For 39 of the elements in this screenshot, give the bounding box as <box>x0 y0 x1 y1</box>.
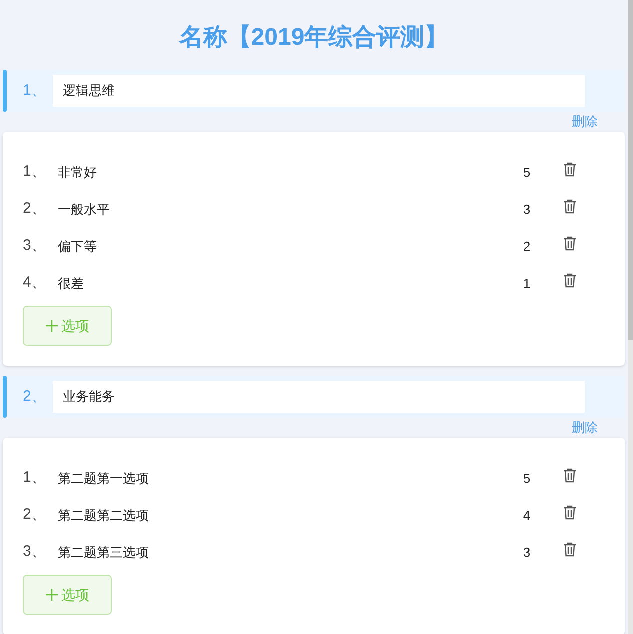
option-text: 一般水平 <box>58 200 111 219</box>
question-number: 2、 <box>23 386 48 407</box>
option-score: 1 <box>522 274 532 293</box>
option-score: 3 <box>522 200 532 219</box>
plus-icon <box>46 320 58 332</box>
question-number: 1、 <box>23 80 48 101</box>
delete-link[interactable]: 删除 <box>572 418 598 438</box>
question-name-field[interactable]: 逻辑思维 <box>53 75 585 107</box>
option-text: 第二题第三选项 <box>58 544 150 562</box>
question-name-field[interactable]: 业务能务 <box>53 381 585 413</box>
add-option-button[interactable]: 选项 <box>23 575 112 615</box>
plus-icon <box>46 589 58 601</box>
trash-icon[interactable] <box>563 273 577 288</box>
trash-icon[interactable] <box>563 199 577 214</box>
option-score: 4 <box>522 506 532 525</box>
option-score: 3 <box>522 544 532 562</box>
trash-icon[interactable] <box>563 162 577 177</box>
trash-icon[interactable] <box>563 468 577 483</box>
trash-icon[interactable] <box>563 505 577 520</box>
page-title: 名称【2019年综合评测】 <box>178 23 450 53</box>
trash-icon[interactable] <box>563 542 577 557</box>
add-option-button[interactable]: 选项 <box>23 306 112 346</box>
option-number: 1、 <box>23 162 48 182</box>
option-number: 3、 <box>23 542 48 562</box>
option-number: 3、 <box>23 236 48 256</box>
option-number: 2、 <box>23 199 48 220</box>
option-score: 2 <box>522 238 532 256</box>
delete-link[interactable]: 删除 <box>572 112 598 132</box>
option-number: 1、 <box>23 468 48 488</box>
option-text: 非常好 <box>58 164 98 182</box>
option-text: 很差 <box>58 274 85 293</box>
option-number: 4、 <box>23 273 48 294</box>
option-text: 第二题第一选项 <box>58 470 150 488</box>
option-text: 偏下等 <box>58 238 98 256</box>
option-score: 5 <box>522 164 532 182</box>
trash-icon[interactable] <box>563 236 577 251</box>
option-number: 2、 <box>23 505 48 526</box>
option-text: 第二题第二选项 <box>58 506 150 525</box>
option-score: 5 <box>522 470 532 488</box>
